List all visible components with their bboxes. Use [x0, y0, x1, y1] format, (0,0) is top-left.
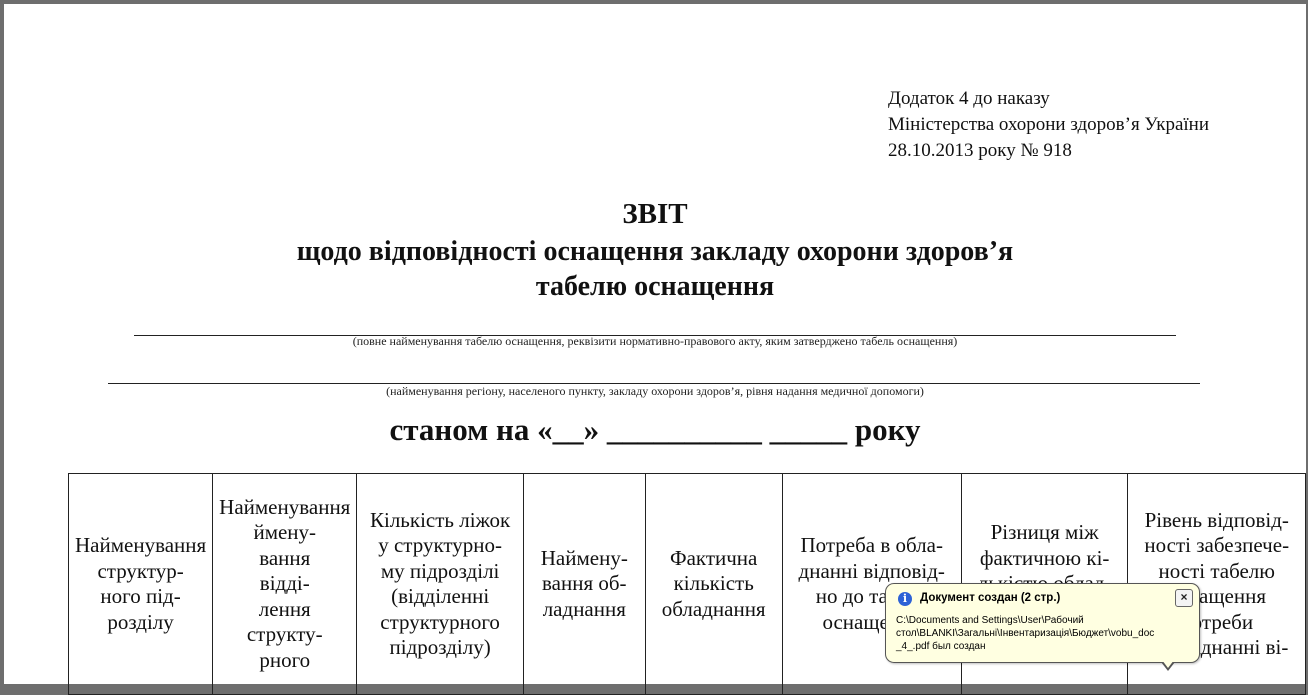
table-header-line: Потреба в обла-	[800, 533, 943, 557]
balloon-tail-fill	[1162, 660, 1174, 668]
report-title: ЗВІТ	[622, 198, 688, 230]
table-header-line: Найменування	[75, 533, 207, 557]
table-header-line: му підрозділі	[380, 558, 500, 583]
caption-equipment-table: (повне найменування табелю оснащення, ре…	[352, 334, 958, 348]
table-header-line: рного	[259, 647, 311, 672]
table-header-line: ладнання	[542, 596, 626, 621]
table-header-line: Кількість ліжок	[369, 507, 511, 532]
table-header-cell: Найменування структур-ного під-розділу	[67, 473, 214, 695]
table-header-line: Фактична	[669, 545, 758, 570]
table-header-line: підрозділу)	[389, 635, 491, 659]
table-header-line: вання об-	[542, 571, 627, 596]
table-header-line: фактичною кі-	[979, 545, 1110, 570]
table-header-line: відді-	[259, 571, 310, 596]
info-icon: i	[898, 592, 912, 606]
table-header-cell: Наймену-вання об-ладнання	[522, 473, 646, 695]
report-subtitle-2: табелю оснащення	[535, 271, 775, 302]
caption-institution: (найменування регіону, населеного пункту…	[386, 384, 924, 398]
table-header-line: ймену-	[253, 520, 317, 545]
table-header-line: Рівень відповід-	[1144, 507, 1289, 532]
table-header-line: у структурно-	[378, 533, 503, 557]
table-header-line: розділу	[107, 609, 174, 634]
table-header-line: структурного	[380, 609, 500, 634]
table-header-line: (відділенні	[391, 584, 490, 608]
table-header-line: Найменування	[219, 494, 351, 519]
table-header-line: лення	[258, 596, 311, 621]
table-header-cell: Кількість ліжок у структурно-му підрозділ…	[356, 473, 524, 695]
table-header-line: Різниця між	[990, 520, 1099, 545]
table-header-line: Наймену-	[540, 545, 628, 570]
approval-line: Міністерства охорони здоров’я України	[888, 114, 1209, 135]
notification-message-line: C:\Documents and Settings\User\Рабочий	[896, 615, 1084, 626]
close-icon[interactable]: ×	[1175, 589, 1193, 607]
notification-message: C:\Documents and Settings\User\Рабочий с…	[896, 614, 1191, 653]
approval-line: 28.10.2013 року № 918	[888, 140, 1072, 161]
document-created-notification[interactable]: i Документ создан (2 стр.) × C:\Document…	[885, 583, 1200, 671]
approval-line: Додаток 4 до наказу	[888, 88, 1050, 109]
notification-message-line: _4_.pdf был создан	[896, 641, 986, 652]
table-header-line: вання	[259, 545, 311, 570]
table-header-line: кількість	[673, 571, 754, 596]
table-header-line: структу-	[246, 622, 323, 647]
table-header-line: обладнання	[661, 596, 766, 621]
notification-title: Документ создан (2 стр.)	[920, 592, 1061, 604]
approval-block: Додаток 4 до наказу Міністерства охорони…	[888, 86, 1209, 164]
document-page: Додаток 4 до наказу Міністерства охорони…	[4, 4, 1306, 695]
table-header-line: ності забезпече-	[1144, 533, 1290, 557]
table-header-line: структур-	[97, 558, 184, 583]
table-header-line: ного під-	[100, 584, 181, 608]
table-header-cell: Найменування ймену-вання відді-лення структ…	[212, 473, 358, 695]
table-header-cell: Фактична кількість обладнання	[644, 473, 783, 695]
table-header-line: днанні відповід-	[798, 558, 945, 583]
table-header-line: ності табелю	[1158, 558, 1275, 583]
report-subtitle: щодо відповідності оснащення закладу охо…	[296, 236, 1014, 267]
as-of-date-line: станом на «__» __________ _____ року	[389, 412, 921, 447]
notification-message-line: стол\BLANKI\Загальні\Інвентаризація\Бюдж…	[896, 628, 1155, 639]
